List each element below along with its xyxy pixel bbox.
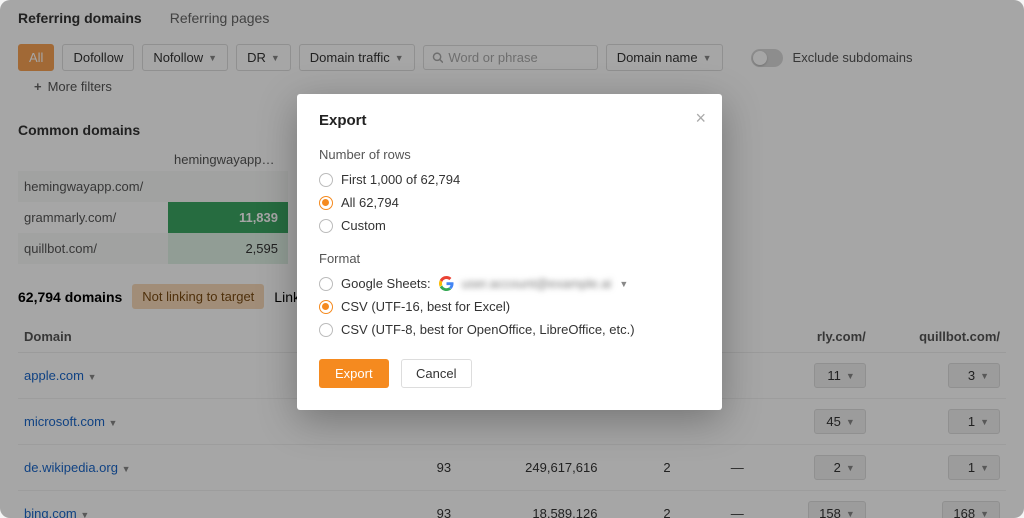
chevron-down-icon: ▼ (619, 279, 628, 289)
radio-icon (319, 219, 333, 233)
radio-icon (319, 173, 333, 187)
cancel-button[interactable]: Cancel (401, 359, 471, 388)
format-group-label: Format (319, 251, 700, 266)
google-icon (439, 276, 454, 291)
google-account: user.account@example.ai (462, 276, 612, 291)
modal-title: Export (319, 112, 700, 129)
close-icon[interactable]: × (695, 108, 706, 129)
radio-icon (319, 277, 333, 291)
radio-first-1000[interactable]: First 1,000 of 62,794 (319, 168, 700, 191)
radio-icon (319, 196, 333, 210)
radio-icon (319, 300, 333, 314)
rows-group-label: Number of rows (319, 147, 700, 162)
radio-icon (319, 323, 333, 337)
radio-all[interactable]: All 62,794 (319, 191, 700, 214)
radio-csv-utf16[interactable]: CSV (UTF-16, best for Excel) (319, 295, 700, 318)
radio-csv-utf8[interactable]: CSV (UTF-8, best for OpenOffice, LibreOf… (319, 318, 700, 341)
radio-custom[interactable]: Custom (319, 214, 700, 237)
radio-google-sheets[interactable]: Google Sheets: user.account@example.ai ▼ (319, 272, 700, 295)
export-modal: × Export Number of rows First 1,000 of 6… (297, 94, 722, 410)
export-button[interactable]: Export (319, 359, 389, 388)
